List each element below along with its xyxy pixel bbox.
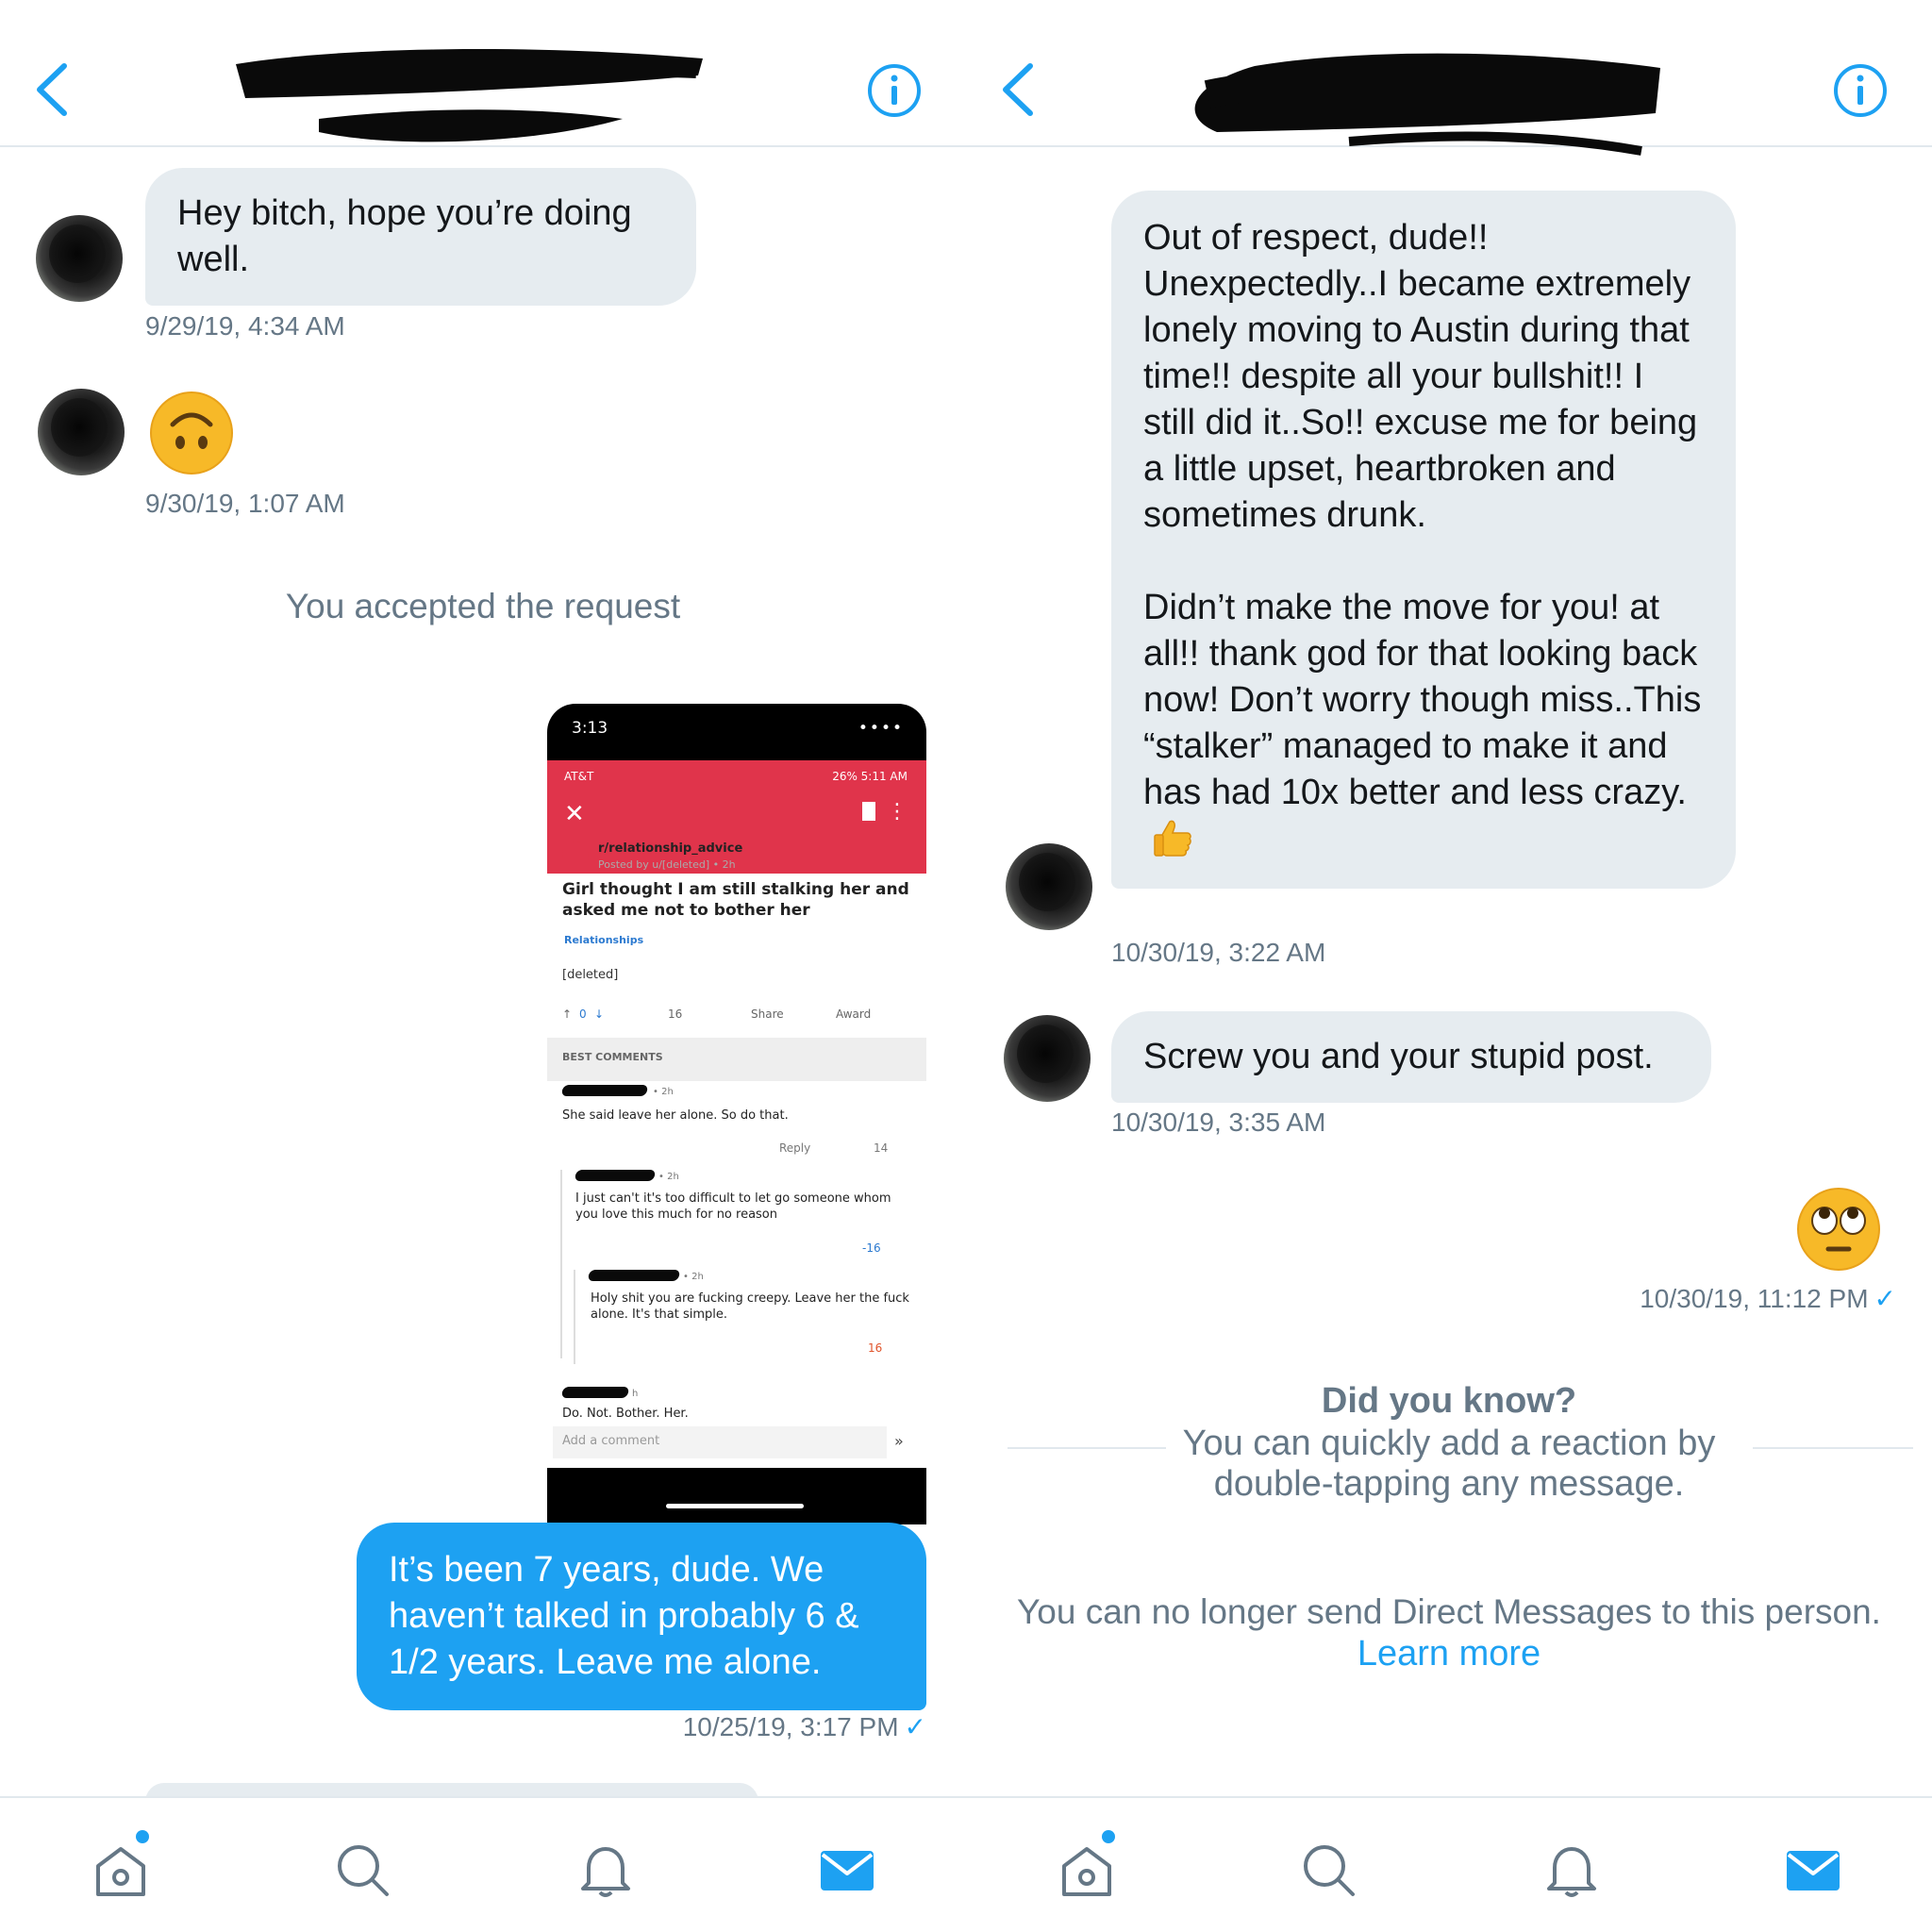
face-with-rolling-eyes-emoji-icon[interactable] xyxy=(1796,1187,1881,1272)
ios-status-bar: 3:13 •••• xyxy=(547,704,926,760)
downvote-icon: ↓ xyxy=(594,1008,605,1021)
messages-envelope-icon[interactable] xyxy=(817,1840,877,1900)
comment-reply: Reply xyxy=(779,1141,811,1155)
home-icon[interactable] xyxy=(91,1840,151,1900)
search-icon[interactable] xyxy=(332,1840,392,1900)
android-status: 26% 5:11 AM xyxy=(832,770,908,783)
upvote-icon: ↑ xyxy=(562,1008,573,1021)
carrier-label: AT&T xyxy=(564,770,594,783)
conversation-header xyxy=(966,0,1932,156)
comment-sort: BEST COMMENTS xyxy=(547,1038,926,1081)
message-timestamp: 10/30/19, 3:35 AM xyxy=(1111,1108,1326,1137)
redacted-commenter xyxy=(560,1085,649,1096)
timestamp-text: 10/30/19, 11:12 PM xyxy=(1640,1284,1869,1313)
bottom-tab-bar xyxy=(0,1796,966,1932)
message-paragraph: Out of respect, dude!! Unexpectedly..I b… xyxy=(1143,218,1698,535)
redacted-commenter xyxy=(587,1270,681,1281)
info-icon[interactable] xyxy=(1832,62,1889,119)
comment-text: I just can't it's too difficult to let g… xyxy=(575,1191,891,1222)
sender-avatar[interactable] xyxy=(38,389,125,475)
redacted-username-scribble xyxy=(236,48,703,142)
learn-more-link[interactable]: Learn more xyxy=(966,1634,1932,1674)
comment-age: • 2h xyxy=(683,1272,704,1282)
sent-message-bubble[interactable]: It’s been 7 years, dude. We haven’t talk… xyxy=(357,1523,926,1710)
subreddit-icon xyxy=(562,841,589,868)
signal-wifi-battery-icon: •••• xyxy=(858,719,904,738)
message-timestamp: 10/30/19, 3:22 AM xyxy=(1111,938,1326,967)
bottom-tab-bar xyxy=(966,1796,1932,1932)
timestamp-text: 10/25/19, 3:17 PM xyxy=(682,1712,899,1741)
bookmark-icon xyxy=(862,802,875,821)
expand-icon: » xyxy=(894,1432,904,1450)
read-check-icon: ✓ xyxy=(1874,1284,1896,1313)
back-chevron-icon[interactable] xyxy=(994,58,1041,121)
notifications-bell-icon[interactable] xyxy=(575,1840,636,1900)
message-timestamp: 10/25/19, 3:17 PM ✓ xyxy=(683,1711,926,1742)
sender-avatar[interactable] xyxy=(1004,1015,1091,1102)
message-timestamp: 9/30/19, 1:07 AM xyxy=(145,489,345,518)
post-title: Girl thought I am still stalking her and… xyxy=(562,880,909,920)
redacted-username-scribble xyxy=(1194,53,1660,156)
received-message-bubble[interactable]: Hey bitch, hope you’re doing well. xyxy=(145,168,696,306)
conversation-panel-left: Hey bitch, hope you’re doing well. 9/29/… xyxy=(0,0,966,1932)
share-label: Share xyxy=(751,1008,784,1021)
tip-body-line: You can quickly add a reaction by xyxy=(1182,1424,1716,1463)
message-timestamp: 9/29/19, 4:34 AM xyxy=(145,311,345,341)
message-timestamp: 10/30/19, 11:12 PM ✓ xyxy=(1640,1283,1896,1314)
message-text: Hey bitch, hope you’re doing well. xyxy=(177,193,632,279)
more-options-icon: ⋮ xyxy=(887,800,908,824)
comment-text: Holy shit you are fucking creepy. Leave … xyxy=(591,1291,909,1322)
read-check-icon: ✓ xyxy=(904,1712,926,1741)
comment-age: • 2h xyxy=(653,1087,674,1097)
tip-title: Did you know? xyxy=(1321,1381,1577,1421)
comment-text: She said leave her alone. So do that. xyxy=(562,1108,789,1123)
comment-score: -16 xyxy=(862,1241,881,1255)
sender-avatar[interactable] xyxy=(1006,843,1092,930)
new-activity-dot xyxy=(1102,1830,1115,1843)
tip-body-line: double-tapping any message. xyxy=(1213,1464,1685,1504)
received-message-bubble[interactable]: Screw you and your stupid post. xyxy=(1111,1011,1711,1103)
post-body: [deleted] xyxy=(562,968,619,982)
thread-line xyxy=(574,1270,575,1364)
new-activity-dot xyxy=(136,1830,149,1843)
message-text: Screw you and your stupid post. xyxy=(1143,1037,1654,1076)
upside-down-face-emoji-icon[interactable] xyxy=(149,391,234,475)
reddit-app-bar: AT&T 26% 5:11 AM ✕ ⋮ xyxy=(547,760,926,874)
sender-avatar[interactable] xyxy=(36,215,123,302)
message-text: It’s been 7 years, dude. We haven’t talk… xyxy=(389,1550,859,1682)
close-icon: ✕ xyxy=(564,800,585,828)
search-icon[interactable] xyxy=(1298,1840,1358,1900)
comment-count: 16 xyxy=(668,1008,683,1021)
messages-envelope-icon[interactable] xyxy=(1783,1840,1843,1900)
posted-by: Posted by u/[deleted] • 2h xyxy=(598,858,736,871)
conversation-header xyxy=(0,0,966,147)
add-comment-input: Add a comment xyxy=(553,1426,887,1458)
vote-count: 0 xyxy=(579,1008,587,1021)
back-chevron-icon[interactable] xyxy=(28,58,75,121)
received-message-bubble[interactable]: Out of respect, dude!! Unexpectedly..I b… xyxy=(1111,191,1736,889)
comment-age: • 2h xyxy=(658,1172,679,1182)
comment-score: 16 xyxy=(868,1341,883,1355)
message-paragraph: Didn’t make the move for you! at all!! t… xyxy=(1143,585,1704,864)
thumbs-up-emoji-icon xyxy=(1154,820,1191,857)
post-flair: Relationships xyxy=(564,934,644,946)
notifications-bell-icon[interactable] xyxy=(1541,1840,1602,1900)
redacted-commenter xyxy=(574,1170,657,1181)
comment-age: h xyxy=(632,1389,639,1399)
attached-screenshot-image[interactable]: 3:13 •••• AT&T 26% 5:11 AM ✕ ⋮ r/relatio… xyxy=(547,704,926,1524)
conversation-panel-right: Out of respect, dude!! Unexpectedly..I b… xyxy=(966,0,1932,1932)
status-time: 3:13 xyxy=(572,719,608,738)
request-accepted-note: You accepted the request xyxy=(285,587,681,625)
thread-line xyxy=(560,1170,562,1358)
award-label: Award xyxy=(836,1008,872,1021)
redacted-commenter xyxy=(560,1387,630,1398)
home-icon[interactable] xyxy=(1057,1840,1117,1900)
subreddit-name: r/relationship_advice xyxy=(598,841,743,856)
info-icon[interactable] xyxy=(866,62,923,119)
home-indicator-bar xyxy=(547,1468,926,1524)
comment-score: 14 xyxy=(874,1141,889,1155)
blocked-notice: You can no longer send Direct Messages t… xyxy=(1017,1592,1881,1631)
comment-text: Do. Not. Bother. Her. xyxy=(562,1407,689,1421)
